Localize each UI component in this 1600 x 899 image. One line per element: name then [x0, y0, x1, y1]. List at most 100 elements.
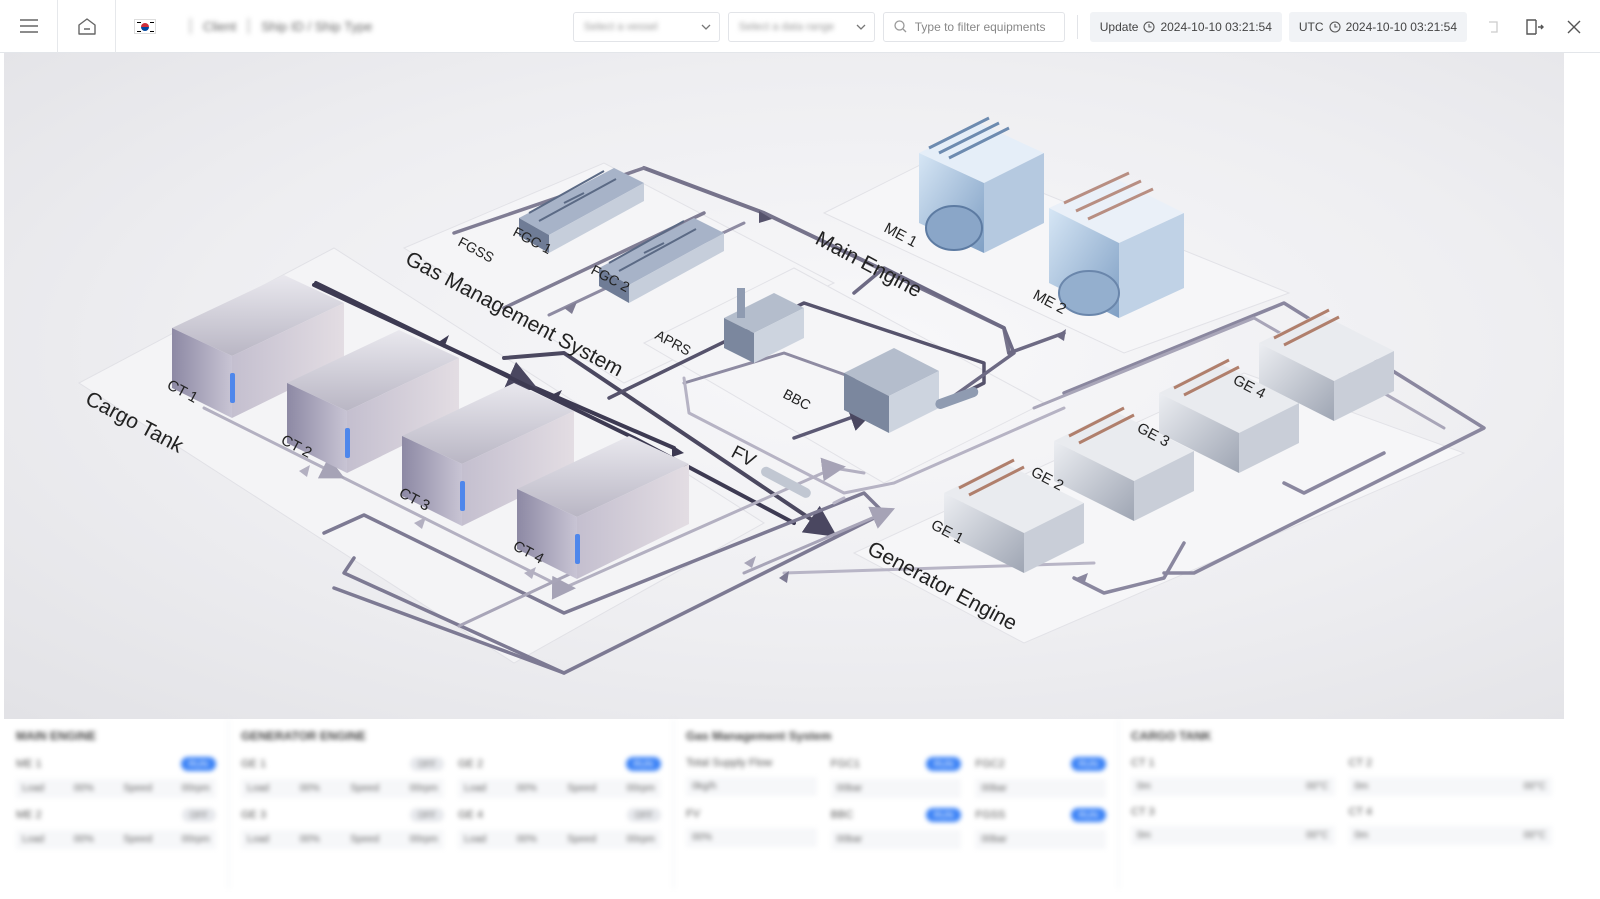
ge3-card[interactable]: GE 3 OFF Load 00% Speed 00rpm — [241, 808, 444, 849]
load-label: Load — [247, 783, 270, 794]
equipment-filter-input[interactable]: Type to filter equipments — [882, 11, 1065, 42]
ge4-card[interactable]: GE 4 OFF Load 00% Speed 00rpm — [458, 808, 661, 849]
date-range-select[interactable]: Select a data range — [727, 11, 875, 42]
speed-value: 00rpm — [626, 834, 655, 845]
main-engine-me2[interactable] — [1049, 171, 1184, 318]
load-label: Load — [22, 783, 45, 794]
level-value: 0m — [1137, 781, 1151, 792]
home-button[interactable] — [58, 0, 116, 53]
load-value: 00% — [516, 834, 537, 845]
load-label: Load — [464, 783, 487, 794]
unit-name: CT 3 — [1131, 806, 1155, 818]
refresh-button[interactable] — [1474, 0, 1514, 53]
speed-value: 00rpm — [409, 834, 438, 845]
vessel-select[interactable]: Select a vessel — [572, 11, 720, 42]
unit-name: GE 4 — [458, 809, 484, 821]
speed-label: Speed — [567, 834, 597, 845]
unit-value: 00bar — [981, 783, 1007, 794]
logout-icon — [1526, 18, 1544, 35]
section-title: GENERATOR ENGINE — [241, 729, 366, 743]
close-button[interactable] — [1554, 0, 1594, 53]
speed-label: Speed — [350, 834, 380, 845]
filter-placeholder: Type to filter equipments — [914, 19, 1046, 34]
temp-value: 00°C — [1523, 830, 1546, 841]
logout-button[interactable] — [1514, 0, 1554, 53]
unit-value: 00bar — [981, 834, 1007, 845]
generator-engine-section: GENERATOR ENGINE GE 1 OFF Load 00% Speed 00r… — [229, 719, 674, 889]
gms-section: Gas Management System Total Supply Flow … — [674, 719, 1119, 889]
unit-name: FGC2 — [975, 758, 1005, 770]
speed-label: Speed — [123, 834, 153, 845]
unit-value: 00bar — [836, 783, 863, 794]
status-badge: RUN — [925, 757, 962, 771]
load-value: 00% — [73, 834, 94, 845]
temp-value: 00°C — [1306, 781, 1329, 792]
load-label: Load — [22, 834, 45, 845]
ct1-card[interactable]: CT 1 0m 00°C — [1131, 757, 1335, 796]
status-badge: OFF — [410, 757, 444, 771]
date-select-placeholder: Select a data range — [738, 20, 835, 33]
bbc-card[interactable]: BBC RUN 00bar — [830, 808, 962, 849]
update-time: 2024-10-10 03:21:54 — [1160, 19, 1272, 34]
load-label: Load — [247, 834, 270, 845]
utc-label: UTC — [1298, 19, 1324, 34]
supply-value: 0kg/h — [692, 781, 717, 792]
speed-value: 00rpm — [181, 783, 210, 794]
ge2-card[interactable]: GE 2 RUN Load 00% Speed 00rpm — [458, 757, 661, 798]
section-title: Gas Management System — [686, 729, 832, 743]
load-label: Load — [464, 834, 487, 845]
menu-button[interactable] — [0, 0, 58, 53]
temp-value: 00°C — [1306, 830, 1329, 841]
update-time-badge: Update 2024-10-10 03:21:54 — [1089, 11, 1282, 42]
chevron-down-icon — [701, 24, 711, 30]
speed-label: Speed — [350, 783, 380, 794]
update-label: Update — [1099, 19, 1139, 34]
chevron-down-icon — [856, 24, 866, 30]
unit-name: GE 1 — [241, 758, 267, 770]
close-icon — [1567, 20, 1581, 33]
fgc2-card[interactable]: FGC2 RUN 00bar — [975, 757, 1107, 798]
status-badge: RUN — [1070, 757, 1107, 771]
fgc1-card[interactable]: FGC1 RUN 00bar — [830, 757, 962, 798]
section-title: MAIN ENGINE — [16, 729, 97, 743]
speed-label: Speed — [123, 783, 153, 794]
breadcrumb-client[interactable]: Client — [203, 19, 236, 34]
unit-name: FGSS — [975, 809, 1006, 821]
clock-icon — [1329, 20, 1341, 33]
breadcrumb: Client Ship ID / Ship Type — [190, 18, 372, 34]
search-icon — [894, 20, 907, 33]
me1-card[interactable]: ME 1 RUN Load 00% Speed 00rpm — [16, 757, 216, 798]
top-bar: Client Ship ID / Ship Type Select a vess… — [0, 0, 1600, 53]
ct2-card[interactable]: CT 2 0m 00°C — [1348, 757, 1552, 796]
system-diagram: Cargo Tank CT 1 CT 2 CT 3 CT 4 Gas Manag… — [4, 53, 1564, 719]
supply-label: Total Supply Flow — [686, 757, 773, 769]
unit-name: ME 1 — [16, 758, 42, 770]
ct4-card[interactable]: CT 4 0m 00°C — [1348, 806, 1552, 845]
fgss-card[interactable]: FGSS RUN 00bar — [975, 808, 1107, 849]
load-value: 00% — [299, 834, 320, 845]
me2-card[interactable]: ME 2 OFF Load 00% Speed 00rpm — [16, 808, 216, 849]
vessel-select-placeholder: Select a vessel — [583, 20, 658, 33]
unit-name: CT 4 — [1348, 806, 1373, 818]
status-panel: MAIN ENGINE ME 1 RUN Load 00% Speed 00rpm ME… — [4, 719, 1564, 889]
breadcrumb-ship[interactable]: Ship ID / Ship Type — [261, 19, 372, 34]
section-title: CARGO TANK — [1131, 729, 1212, 743]
language-button[interactable] — [116, 0, 174, 53]
level-value: 0m — [1354, 781, 1369, 792]
level-value: 0m — [1137, 830, 1151, 841]
status-badge: RUN — [925, 808, 962, 822]
fv-card[interactable]: FV 00% — [686, 808, 817, 849]
status-badge: RUN — [625, 757, 661, 771]
unit-value: 00bar — [836, 834, 863, 845]
total-supply-card[interactable]: Total Supply Flow 0kg/h — [686, 757, 817, 798]
ct3-card[interactable]: CT 3 0m 00°C — [1131, 806, 1335, 845]
load-value: 00% — [516, 783, 537, 794]
speed-value: 00rpm — [181, 834, 210, 845]
ge1-card[interactable]: GE 1 OFF Load 00% Speed 00rpm — [241, 757, 444, 798]
unit-name: FGC1 — [830, 758, 861, 770]
hamburger-icon — [19, 19, 38, 33]
temp-value: 00°C — [1523, 781, 1546, 792]
cargo-tank-section: CARGO TANK CT 1 0m 00°C CT 2 0m 00°C CT 3 … — [1119, 719, 1564, 889]
unit-name: BBC — [830, 809, 854, 821]
status-badge: RUN — [180, 757, 216, 771]
